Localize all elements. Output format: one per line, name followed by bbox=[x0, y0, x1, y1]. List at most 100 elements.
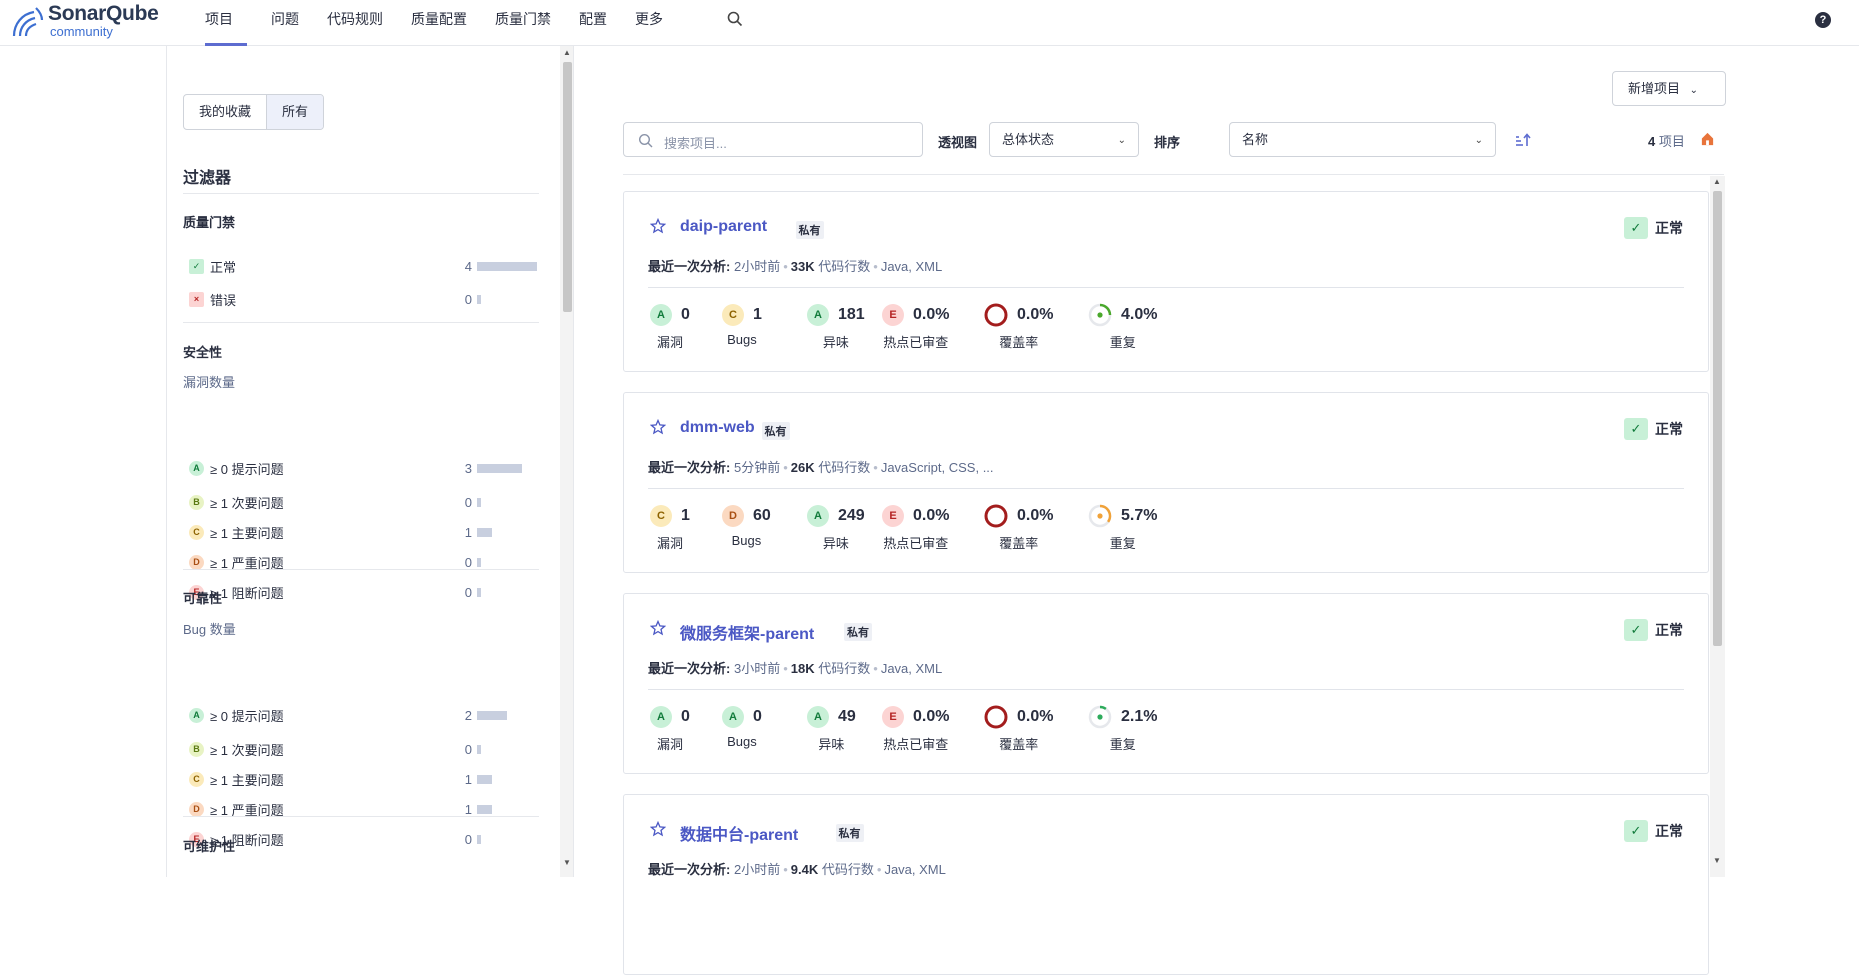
metric-bugs[interactable]: D 60 Bugs bbox=[722, 503, 771, 548]
metric-coverage[interactable]: 0.0% 覆盖率 bbox=[984, 302, 1053, 351]
metric-value: 0 bbox=[681, 306, 690, 323]
project-name-link[interactable]: 数据中台-parent bbox=[680, 821, 798, 845]
nav-more[interactable]: 更多 bbox=[621, 0, 677, 46]
add-project-label: 新增项目 bbox=[1628, 81, 1681, 96]
metric-label: 漏洞 bbox=[656, 335, 683, 350]
metric-vulns[interactable]: A 0 漏洞 bbox=[650, 302, 690, 351]
nav-quality-gates[interactable]: 质量门禁 bbox=[481, 0, 565, 46]
languages: JavaScript, CSS, ... bbox=[880, 460, 994, 475]
metric-coverage[interactable]: 0.0% 覆盖率 bbox=[984, 704, 1053, 753]
metric-bugs[interactable]: C 1 Bugs bbox=[722, 302, 762, 347]
scrollbar-thumb[interactable] bbox=[1713, 191, 1722, 646]
metric-label: 重复 bbox=[1109, 335, 1136, 350]
rating-a-icon: A bbox=[650, 706, 672, 728]
languages: Java, XML bbox=[880, 259, 943, 274]
metric-dup[interactable]: 5.7% 重复 bbox=[1088, 503, 1157, 552]
filter-qg-passed[interactable]: ✓ 正常 4 bbox=[189, 256, 539, 276]
filter-qg-failed[interactable]: × 错误 0 bbox=[189, 289, 539, 309]
project-name-link[interactable]: dmm-web bbox=[680, 419, 755, 437]
filter-count: 0 bbox=[464, 291, 472, 307]
project-list-scrollbar[interactable]: ▲ ▼ bbox=[1710, 176, 1725, 877]
toggle-favorites[interactable]: 我的收藏 bbox=[184, 95, 266, 129]
metric-smells[interactable]: A 181 异味 bbox=[807, 302, 865, 351]
metric-label: 重复 bbox=[1109, 536, 1136, 551]
metric-hotspots[interactable]: E 0.0% 热点已审查 bbox=[882, 704, 949, 753]
nav-administration[interactable]: 配置 bbox=[565, 0, 621, 46]
metric-dup[interactable]: 2.1% 重复 bbox=[1088, 704, 1157, 753]
rating-b-icon: B bbox=[189, 741, 204, 757]
sonarqube-logo[interactable]: SonarQube community bbox=[10, 2, 160, 42]
metric-label: 热点已审查 bbox=[883, 737, 949, 752]
lines-of-code-label: 代码行数 bbox=[821, 862, 874, 877]
metric-smells[interactable]: A 49 异味 bbox=[807, 704, 856, 753]
metric-value: 0 bbox=[681, 708, 690, 725]
add-project-button[interactable]: 新增项目 ⌄ bbox=[1612, 71, 1726, 106]
project-name-link[interactable]: 微服务框架-parent bbox=[680, 620, 814, 644]
last-analysis-time: 2小时前 bbox=[733, 862, 781, 877]
toggle-all[interactable]: 所有 bbox=[266, 95, 324, 129]
divider bbox=[183, 569, 539, 570]
metric-hotspots[interactable]: E 0.0% 热点已审查 bbox=[882, 503, 949, 552]
rating-a-icon: A bbox=[807, 304, 829, 326]
security-filter-title: 安全性 bbox=[183, 345, 223, 360]
favorite-star-icon[interactable] bbox=[650, 821, 666, 837]
filter-security-a[interactable]: A ≥ 0 提示问题 3 bbox=[189, 458, 539, 478]
rating-c-icon: C bbox=[189, 771, 204, 787]
filter-security-b[interactable]: B ≥ 1 次要问题 0 bbox=[189, 492, 539, 512]
rating-c-icon: C bbox=[650, 505, 672, 527]
filter-bar bbox=[477, 774, 492, 784]
home-icon[interactable] bbox=[1700, 131, 1715, 146]
filter-reliability-e[interactable]: E ≥ 1 阻断问题 0 bbox=[189, 829, 539, 849]
metric-hotspots[interactable]: E 0.0% 热点已审查 bbox=[882, 302, 949, 351]
metric-vulns[interactable]: A 0 漏洞 bbox=[650, 704, 690, 753]
divider bbox=[183, 816, 539, 817]
favorite-star-icon[interactable] bbox=[650, 620, 666, 636]
metric-label: Bugs bbox=[727, 332, 757, 347]
perspective-select[interactable]: 总体状态 ⌄ bbox=[989, 122, 1139, 157]
languages: Java, XML bbox=[884, 862, 946, 877]
metric-value: 0.0% bbox=[913, 708, 950, 725]
filter-reliability-c[interactable]: C ≥ 1 主要问题 1 bbox=[189, 769, 539, 789]
favorite-star-icon[interactable] bbox=[650, 218, 666, 234]
favorite-star-icon[interactable] bbox=[650, 419, 666, 435]
metric-label: 热点已审查 bbox=[883, 536, 949, 551]
scroll-down-icon[interactable]: ▼ bbox=[563, 858, 571, 867]
list-divider bbox=[623, 174, 1724, 175]
filter-security-c[interactable]: C ≥ 1 主要问题 1 bbox=[189, 522, 539, 542]
metric-value: 1 bbox=[681, 507, 690, 524]
scroll-down-icon[interactable]: ▼ bbox=[1713, 856, 1721, 865]
scrollbar-thumb[interactable] bbox=[563, 62, 572, 312]
scroll-up-icon[interactable]: ▲ bbox=[1713, 177, 1721, 186]
metric-bugs[interactable]: A 0 Bugs bbox=[722, 704, 762, 749]
project-name-link[interactable]: daip-parent bbox=[680, 218, 767, 236]
sort-select[interactable]: 名称 ⌄ bbox=[1229, 122, 1496, 157]
rating-c-icon: C bbox=[189, 524, 204, 540]
filter-label: ≥ 1 主要问题 bbox=[210, 772, 284, 788]
metric-dup[interactable]: 4.0% 重复 bbox=[1088, 302, 1157, 351]
filter-reliability-b[interactable]: B ≥ 1 次要问题 0 bbox=[189, 739, 539, 759]
analysis-meta: 最近一次分析: 2小时前 • 33K 代码行数 • Java, XML bbox=[648, 259, 943, 274]
duplication-ring-icon bbox=[1088, 303, 1112, 327]
sidebar-scrollbar[interactable]: ▲ ▼ bbox=[560, 46, 573, 877]
metric-smells[interactable]: A 249 异味 bbox=[807, 503, 865, 552]
metric-vulns[interactable]: C 1 漏洞 bbox=[650, 503, 690, 552]
nav-rules[interactable]: 代码规则 bbox=[313, 0, 397, 46]
metric-label: 异味 bbox=[822, 536, 849, 551]
coverage-ring-icon bbox=[984, 504, 1008, 528]
project-search-input[interactable]: 搜索项目... bbox=[623, 122, 923, 157]
nav-issues[interactable]: 问题 bbox=[257, 0, 313, 46]
help-icon[interactable]: ? bbox=[1815, 12, 1831, 28]
brand-name: SonarQube bbox=[48, 2, 159, 25]
nav-projects[interactable]: 项目 bbox=[205, 0, 247, 46]
visibility-badge: 私有 bbox=[761, 422, 790, 440]
scroll-up-icon[interactable]: ▲ bbox=[563, 48, 571, 57]
quality-gate-status: ✓ 正常 bbox=[1624, 418, 1683, 440]
metric-coverage[interactable]: 0.0% 覆盖率 bbox=[984, 503, 1053, 552]
search-icon[interactable] bbox=[726, 10, 744, 28]
filter-reliability-a[interactable]: A ≥ 0 提示问题 2 bbox=[189, 705, 539, 725]
filter-count: 0 bbox=[464, 494, 472, 510]
metric-value: 49 bbox=[838, 708, 856, 725]
filter-security-e[interactable]: E ≥ 1 阻断问题 0 bbox=[189, 582, 539, 602]
nav-quality-profiles[interactable]: 质量配置 bbox=[397, 0, 481, 46]
sort-direction-icon[interactable] bbox=[1514, 132, 1532, 148]
